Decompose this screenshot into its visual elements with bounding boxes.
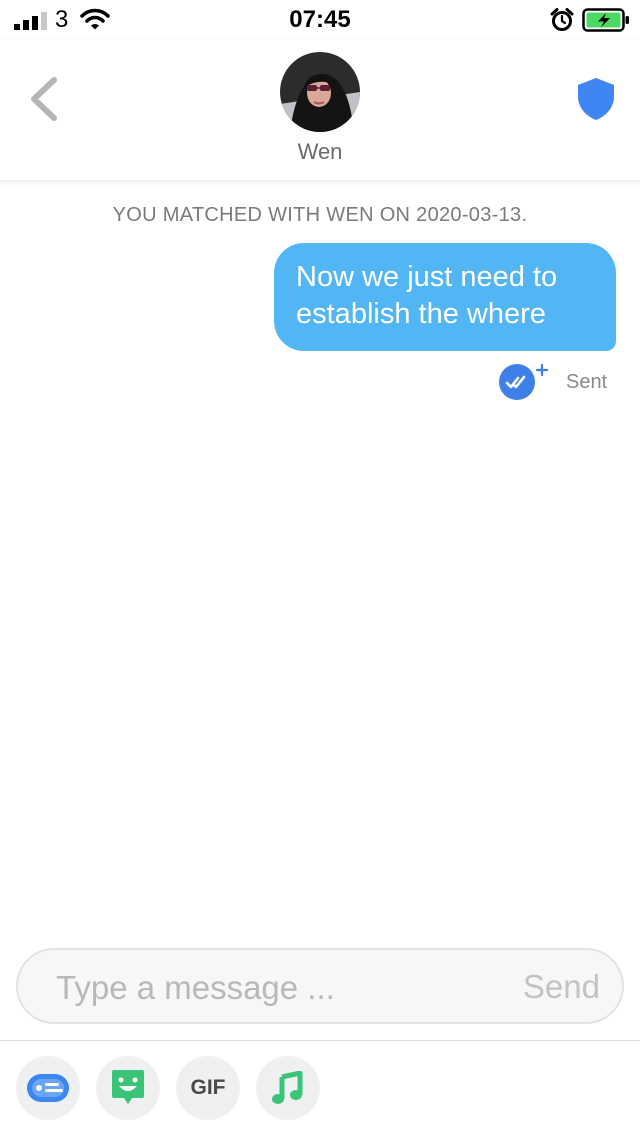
- sticker-button[interactable]: [96, 1056, 160, 1120]
- message-composer: Send: [16, 948, 624, 1024]
- message-input[interactable]: [56, 968, 476, 1008]
- send-button[interactable]: Send: [523, 968, 600, 1006]
- music-icon: [272, 1071, 303, 1104]
- read-receipt-icon[interactable]: [497, 361, 549, 403]
- avatar[interactable]: [280, 52, 360, 132]
- message-status: Sent: [566, 371, 608, 393]
- status-time: 07:45: [289, 6, 351, 33]
- gif-button[interactable]: GIF: [176, 1056, 240, 1120]
- music-button[interactable]: [256, 1056, 320, 1120]
- match-notice: YOU MATCHED WITH WEN ON 2020-03-13.: [112, 204, 528, 226]
- outgoing-message-bubble[interactable]: Now we just need to establish the where: [274, 243, 616, 351]
- gif-icon: GIF: [190, 1076, 226, 1099]
- profile-avatar-image: [280, 52, 360, 132]
- contact-card-icon: [27, 1074, 69, 1102]
- contact-name: Wen: [297, 139, 343, 164]
- battery-charging-icon: [582, 8, 629, 32]
- alarm-icon: [550, 8, 574, 31]
- back-chevron-icon[interactable]: [26, 74, 62, 124]
- toolbar-divider: [0, 1040, 640, 1041]
- contact-card-button[interactable]: [16, 1056, 80, 1120]
- status-bar: 3 07:45: [0, 0, 640, 40]
- message-text: Now we just need to establish the where: [296, 261, 558, 330]
- safety-shield-icon[interactable]: [576, 76, 616, 122]
- sticker-icon: [112, 1070, 144, 1104]
- chat-header: Wen: [0, 40, 640, 181]
